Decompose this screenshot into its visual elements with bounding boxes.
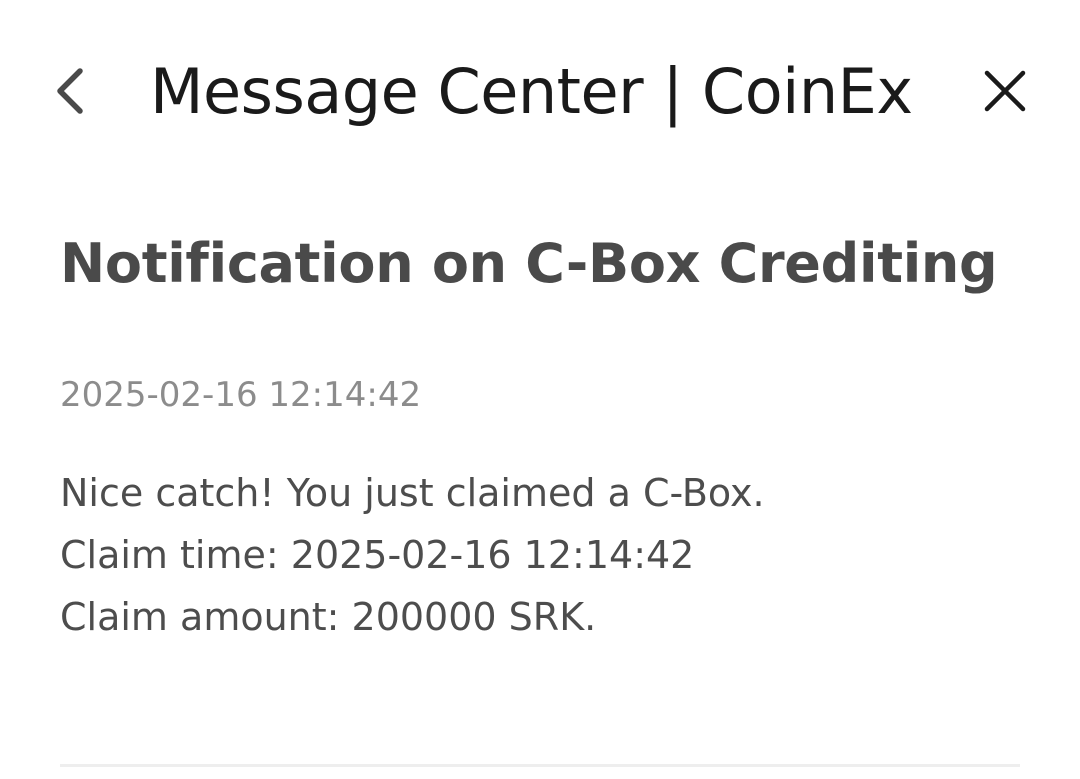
- message-title: Notification on C-Box Crediting: [60, 232, 998, 295]
- divider: [60, 764, 1020, 767]
- message-body: Nice catch! You just claimed a C-Box. Cl…: [60, 462, 1020, 648]
- message-line-claim-amount: Claim amount: 200000 SRK.: [60, 595, 597, 639]
- message-line-greeting: Nice catch! You just claimed a C-Box.: [60, 471, 765, 515]
- message-line-claim-time: Claim time: 2025-02-16 12:14:42: [60, 533, 695, 577]
- message-detail: Notification on C-Box Crediting 2025-02-…: [60, 0, 1020, 779]
- message-timestamp: 2025-02-16 12:14:42: [60, 375, 422, 415]
